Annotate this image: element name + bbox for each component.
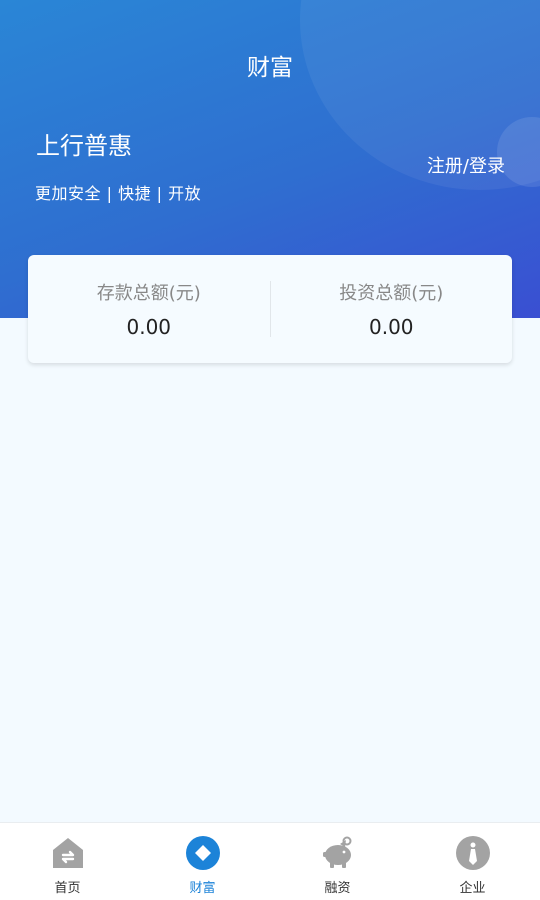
investment-total-label: 投资总额(元) bbox=[339, 283, 444, 304]
deposit-total-value: 0.00 bbox=[126, 315, 172, 339]
wealth-diamond-icon bbox=[185, 836, 220, 870]
brand-name: 上行普惠 bbox=[36, 132, 132, 160]
enterprise-tie-icon bbox=[455, 836, 490, 870]
bottom-tab-bar: 首页 财富 融资 企业 bbox=[0, 822, 540, 900]
piggy-bank-icon bbox=[322, 836, 351, 868]
tab-home-label: 首页 bbox=[54, 881, 81, 896]
deposit-total[interactable]: 存款总额(元) 0.00 bbox=[28, 255, 270, 363]
register-login-button[interactable]: 注册/登录 bbox=[427, 152, 505, 178]
home-icon bbox=[52, 838, 83, 868]
tab-financing-label: 融资 bbox=[324, 881, 351, 896]
tab-wealth-label: 财富 bbox=[189, 881, 216, 896]
page-title: 财富 bbox=[247, 55, 293, 81]
tab-home[interactable]: 首页 bbox=[0, 823, 135, 900]
asset-summary-card: 存款总额(元) 0.00 投资总额(元) 0.00 bbox=[28, 255, 512, 363]
brand-slogan: 更加安全 | 快捷 | 开放 bbox=[35, 184, 202, 203]
tab-enterprise[interactable]: 企业 bbox=[405, 823, 540, 900]
deposit-total-label: 存款总额(元) bbox=[96, 283, 201, 304]
tab-wealth[interactable]: 财富 bbox=[135, 823, 270, 900]
tab-financing[interactable]: 融资 bbox=[270, 823, 405, 900]
investment-total[interactable]: 投资总额(元) 0.00 bbox=[271, 255, 513, 363]
investment-total-value: 0.00 bbox=[368, 315, 414, 339]
tab-enterprise-label: 企业 bbox=[459, 881, 486, 896]
